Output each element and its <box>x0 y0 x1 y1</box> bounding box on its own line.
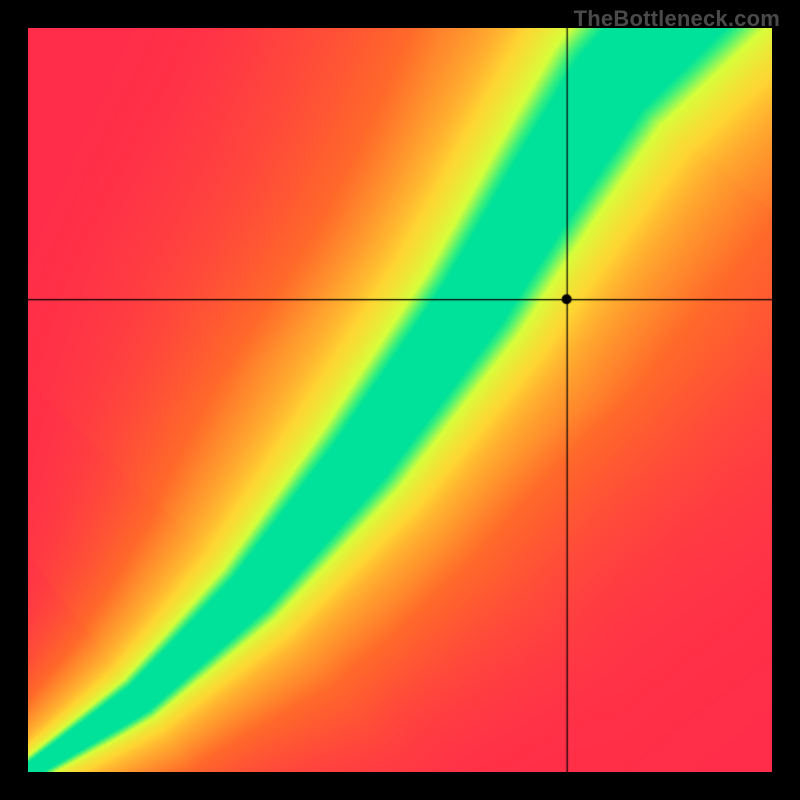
plot-area <box>28 28 772 772</box>
chart-frame: TheBottleneck.com <box>0 0 800 800</box>
watermark-text: TheBottleneck.com <box>574 6 780 32</box>
heatmap-canvas <box>28 28 772 772</box>
